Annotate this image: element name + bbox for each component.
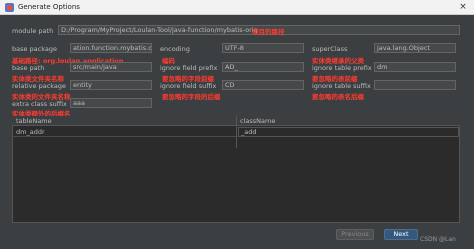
extra-class-suffix-input[interactable]: aaa [70, 98, 152, 108]
previous-button[interactable]: Previous [336, 229, 374, 240]
superclass-label: superClass [312, 45, 348, 53]
ignore-field-prefix-label: ignore field prefix [160, 64, 218, 72]
watermark-text: CSDN @Lan [420, 236, 456, 243]
column-header-table-name[interactable]: tableName [16, 117, 52, 125]
encoding-input[interactable]: UTF-8 [222, 43, 304, 53]
table-cell-class-name[interactable]: _add [238, 127, 459, 137]
base-path-input[interactable]: src/main/java [70, 62, 152, 72]
ignore-field-suffix-note: 要忽略的字段的后缀 [162, 93, 221, 101]
ignore-table-prefix-label: ignore table prefix [312, 64, 372, 72]
module-path-label: module path [12, 27, 54, 35]
column-header-class-name[interactable]: className [240, 117, 275, 125]
ignore-table-prefix-input[interactable]: dm [374, 62, 456, 72]
relative-package-input[interactable]: entity [70, 80, 152, 90]
base-path-label: base path [12, 64, 45, 72]
encoding-label: encoding [160, 45, 190, 53]
module-path-note: 项目的路径 [252, 28, 285, 36]
next-button[interactable]: Next [384, 229, 418, 240]
ignore-table-suffix-note: 要忽略的表名后缀 [312, 93, 364, 101]
ignore-field-suffix-input[interactable]: CD [222, 80, 304, 90]
extra-class-suffix-label: extra class suffix [12, 100, 67, 108]
ignore-field-prefix-input[interactable]: AD_ [222, 62, 304, 72]
base-package-input[interactable]: ation.function.mybatis.org [70, 43, 152, 53]
ignore-table-suffix-input[interactable] [374, 80, 456, 90]
superclass-input[interactable]: java.lang.Object [374, 43, 456, 53]
app-icon [5, 3, 14, 12]
base-package-label: base package [12, 45, 58, 53]
table-cell-table-name[interactable]: dm_addr [16, 128, 45, 136]
close-icon[interactable]: × [456, 1, 470, 13]
relative-package-label: relative package [12, 82, 67, 90]
ignore-field-suffix-label: ignore field suffix [160, 82, 217, 90]
ignore-table-suffix-label: ignore table suffix [312, 82, 371, 90]
window-title: Generate Options [18, 3, 80, 11]
